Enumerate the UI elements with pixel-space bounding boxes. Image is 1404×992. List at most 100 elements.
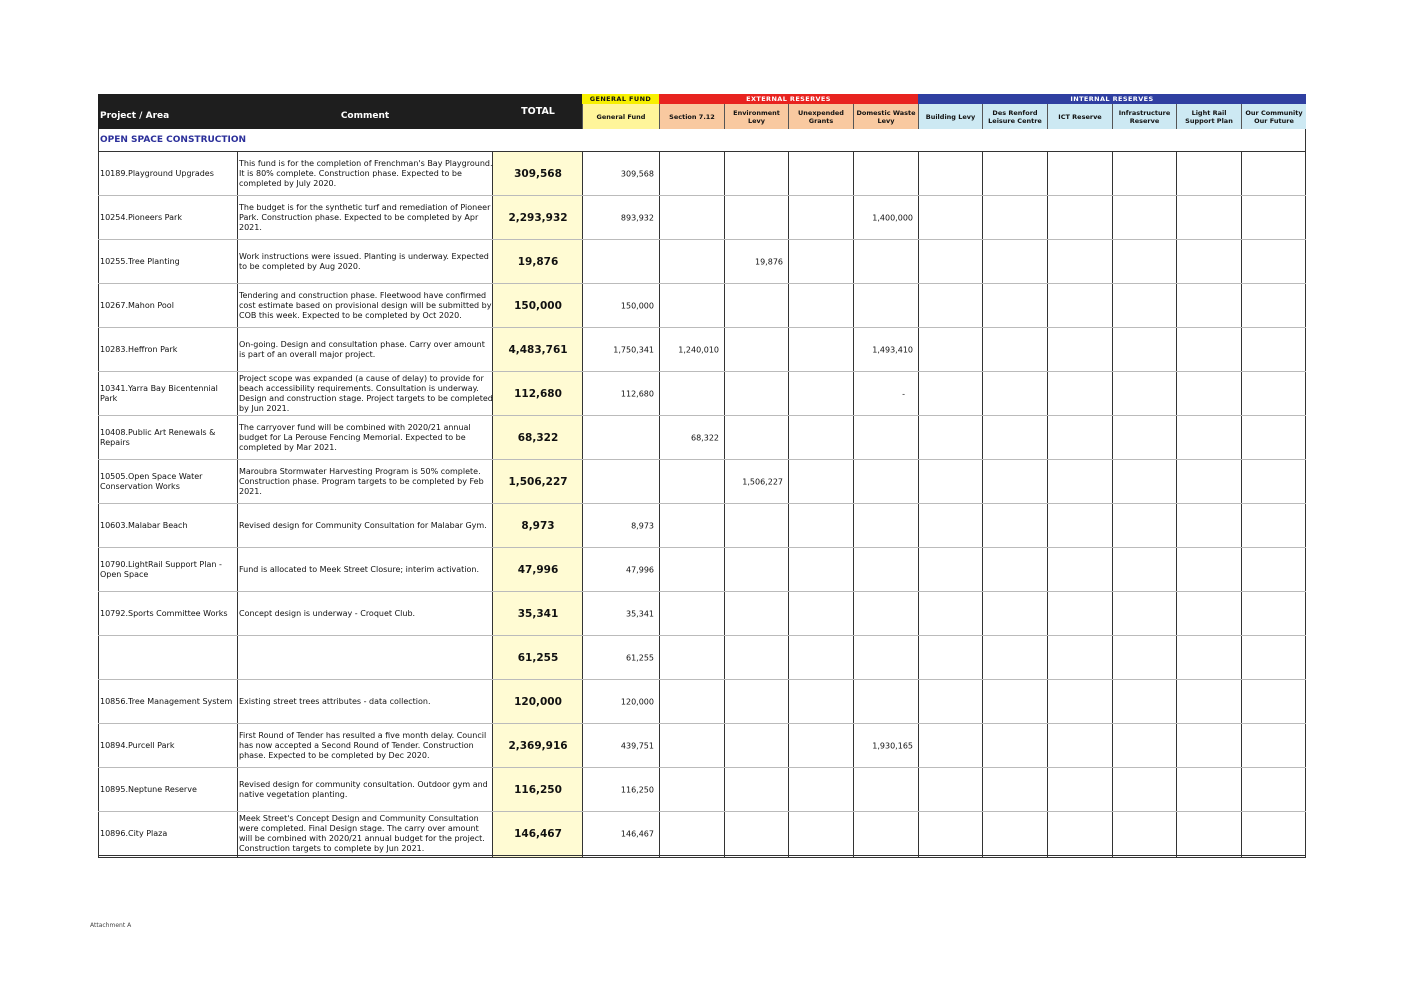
group-internal-reserves: INTERNAL RESERVES bbox=[918, 94, 1306, 104]
total-cell: 2,293,932 bbox=[508, 211, 568, 224]
total-cell: 309,568 bbox=[514, 167, 562, 180]
total-cell: 19,876 bbox=[517, 255, 559, 268]
comment-cell: Revised design for Community Consultatio… bbox=[239, 520, 487, 530]
general-fund-cell: 309,568 bbox=[620, 169, 654, 178]
comment-cell: Project scope was expanded (a cause of d… bbox=[239, 373, 493, 413]
comment-cell: Maroubra Stormwater Harvesting Program i… bbox=[239, 466, 484, 496]
comment-cell: The budget is for the synthetic turf and… bbox=[239, 202, 491, 232]
total-cell: 47,996 bbox=[517, 563, 559, 576]
comment-cell: Meek Street's Concept Design and Communi… bbox=[239, 813, 485, 853]
total-cell: 61,255 bbox=[517, 651, 559, 664]
general-fund-cell: 1,750,341 bbox=[613, 345, 654, 354]
comment-cell: First Round of Tender has resulted a fiv… bbox=[239, 730, 487, 760]
total-cell: 35,341 bbox=[517, 607, 559, 620]
project-cell: 10267.Mahon Pool bbox=[100, 300, 174, 310]
budget-table: Project / Area Comment TOTAL GENERAL FUN… bbox=[98, 94, 1306, 858]
domestic-waste-cell: 1,400,000 bbox=[872, 213, 913, 222]
general-fund-cell: 146,467 bbox=[620, 829, 654, 838]
col-header-unexpended-grants: Unexpended Grants bbox=[788, 104, 853, 129]
comment-cell: Tendering and construction phase. Fleetw… bbox=[239, 290, 492, 320]
general-fund-cell: 439,751 bbox=[620, 741, 654, 750]
general-fund-cell: 35,341 bbox=[626, 609, 654, 618]
total-header: TOTAL bbox=[521, 106, 555, 117]
general-fund-cell: 47,996 bbox=[626, 565, 654, 574]
table-row: 10856.Tree Management System Existing st… bbox=[98, 680, 1306, 724]
general-fund-cell: 116,250 bbox=[620, 785, 654, 794]
project-cell: 10283.Heffron Park bbox=[100, 344, 178, 354]
project-cell: 10792.Sports Committee Works bbox=[100, 608, 228, 618]
total-cell: 4,483,761 bbox=[508, 343, 568, 356]
col-header-general-fund: General Fund bbox=[582, 104, 659, 129]
total-cell: 150,000 bbox=[514, 299, 562, 312]
table-row: 10341.Yarra Bay Bicentennial Park Projec… bbox=[98, 372, 1306, 416]
section-title: OPEN SPACE CONSTRUCTION bbox=[100, 135, 247, 145]
table-row: 10895.Neptune Reserve Revised design for… bbox=[98, 768, 1306, 812]
total-cell: 112,680 bbox=[514, 387, 562, 400]
col-header-section-712: Section 7.12 bbox=[659, 104, 724, 129]
comment-cell: Fund is allocated to Meek Street Closure… bbox=[239, 564, 480, 574]
group-external-reserves: EXTERNAL RESERVES bbox=[659, 94, 918, 104]
project-cell: 10189.Playground Upgrades bbox=[100, 168, 214, 178]
project-cell: 10856.Tree Management System bbox=[100, 696, 233, 706]
general-fund-cell: 112,680 bbox=[620, 389, 654, 398]
general-fund-cell: 8,973 bbox=[631, 521, 654, 530]
table-row: 10267.Mahon Pool Tendering and construct… bbox=[98, 284, 1306, 328]
total-cell: 116,250 bbox=[514, 783, 562, 796]
table-row: 10894.Purcell Park First Round of Tender… bbox=[98, 724, 1306, 768]
general-fund-cell: 120,000 bbox=[620, 697, 654, 706]
table-row: 10189.Playground Upgrades This fund is f… bbox=[98, 152, 1306, 196]
total-cell: 146,467 bbox=[514, 827, 562, 840]
comment-cell: Work instructions were issued. Planting … bbox=[239, 251, 489, 271]
comment-cell: The carryover fund will be combined with… bbox=[239, 422, 471, 452]
section-712-cell: 1,240,010 bbox=[678, 345, 719, 354]
project-cell: 10896.City Plaza bbox=[100, 828, 168, 838]
project-cell: 10505.Open Space Water Conservation Work… bbox=[100, 471, 203, 491]
comment-cell: This fund is for the completion of Frenc… bbox=[239, 158, 493, 188]
col-header-infrastructure-reserve: Infrastructure Reserve bbox=[1112, 104, 1176, 129]
domestic-waste-cell: - bbox=[902, 389, 905, 398]
general-fund-cell: 61,255 bbox=[626, 653, 654, 662]
table-row: 10603.Malabar Beach Revised design for C… bbox=[98, 504, 1306, 548]
section-title-row bbox=[98, 129, 1306, 152]
project-header: Project / Area bbox=[100, 111, 170, 121]
comment-cell: On-going. Design and consultation phase.… bbox=[239, 339, 485, 359]
total-cell: 2,369,916 bbox=[508, 739, 568, 752]
total-cell: 120,000 bbox=[514, 695, 562, 708]
project-cell: 10255.Tree Planting bbox=[100, 256, 180, 266]
project-cell: 10895.Neptune Reserve bbox=[100, 784, 197, 794]
project-cell: 10254.Pioneers Park bbox=[100, 212, 182, 222]
comment-cell: Existing street trees attributes - data … bbox=[239, 696, 431, 706]
table-row: 10790.LightRail Support Plan -Open Space… bbox=[98, 548, 1306, 592]
table-row: 10283.Heffron Park On-going. Design and … bbox=[98, 328, 1306, 372]
section-712-cell: 68,322 bbox=[691, 433, 719, 442]
table-row: 10254.Pioneers Park The budget is for th… bbox=[98, 196, 1306, 240]
environment-levy-cell: 19,876 bbox=[755, 257, 783, 266]
footer-note: Attachment A bbox=[90, 922, 132, 929]
domestic-waste-cell: 1,493,410 bbox=[872, 345, 913, 354]
col-header-des-renford: Des Renford Leisure Centre bbox=[982, 104, 1047, 129]
project-cell: 10894.Purcell Park bbox=[100, 740, 175, 750]
project-cell: 10341.Yarra Bay Bicentennial Park bbox=[100, 383, 218, 403]
comment-cell: Concept design is underway - Croquet Clu… bbox=[239, 608, 416, 618]
table-row: 61,255 61,255 bbox=[98, 636, 1306, 680]
table-row: 10896.City Plaza Meek Street's Concept D… bbox=[98, 812, 1306, 856]
domestic-waste-cell: 1,930,165 bbox=[872, 741, 913, 750]
table-row: 10505.Open Space Water Conservation Work… bbox=[98, 460, 1306, 504]
col-header-light-rail: Light Rail Support Plan bbox=[1176, 104, 1241, 129]
total-cell: 1,506,227 bbox=[508, 475, 568, 488]
comment-header: Comment bbox=[340, 111, 390, 121]
environment-levy-cell: 1,506,227 bbox=[742, 477, 783, 486]
total-cell: 8,973 bbox=[521, 519, 555, 532]
table-row: 10408.Public Art Renewals & Repairs The … bbox=[98, 416, 1306, 460]
table-row: 10255.Tree Planting Work instructions we… bbox=[98, 240, 1306, 284]
col-header-environment-levy: Environment Levy bbox=[724, 104, 788, 129]
col-header-building-levy: Building Levy bbox=[918, 104, 982, 129]
total-cell: 68,322 bbox=[517, 431, 559, 444]
table-row: 10792.Sports Committee Works Concept des… bbox=[98, 592, 1306, 636]
comment-cell: Revised design for community consultatio… bbox=[239, 779, 488, 799]
project-cell: 10790.LightRail Support Plan -Open Space bbox=[100, 559, 222, 579]
col-header-our-community: Our Community Our Future bbox=[1241, 104, 1306, 129]
general-fund-cell: 150,000 bbox=[620, 301, 654, 310]
project-cell: 10603.Malabar Beach bbox=[100, 520, 188, 530]
project-cell: 10408.Public Art Renewals & Repairs bbox=[100, 427, 216, 447]
